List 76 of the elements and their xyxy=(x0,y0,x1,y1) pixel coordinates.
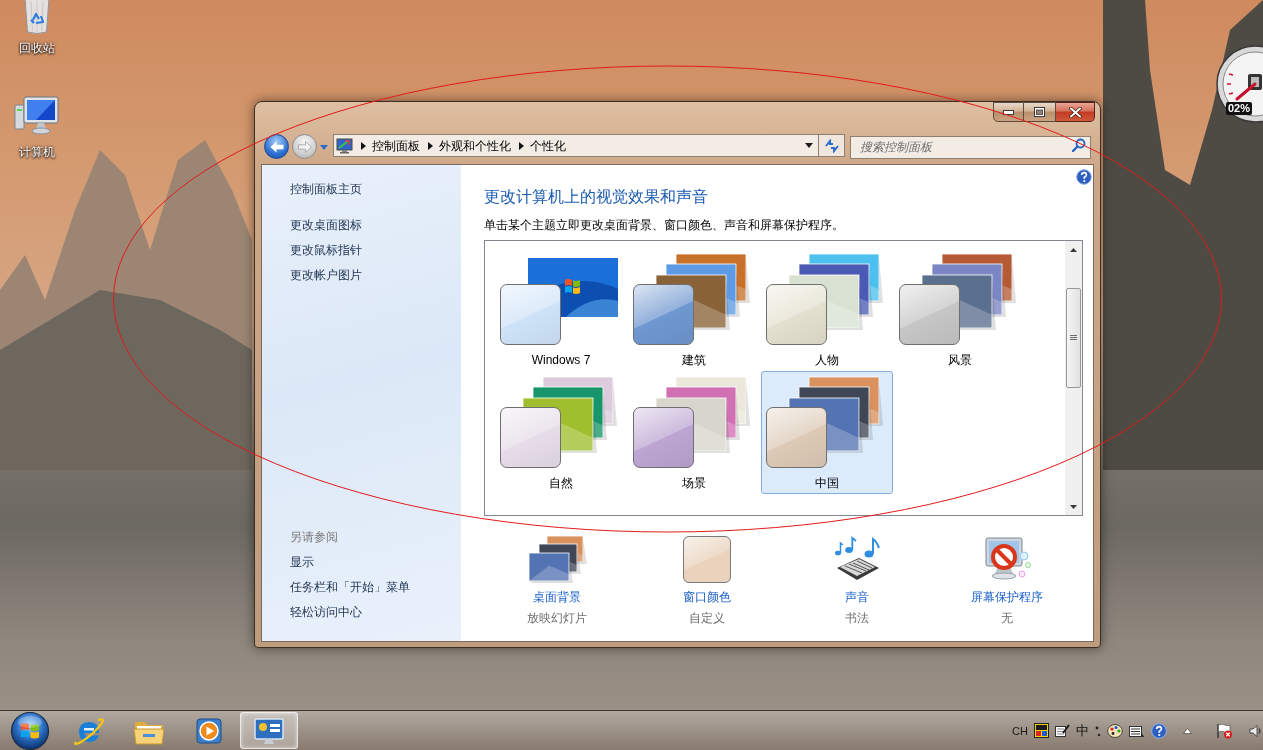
windows-orb-icon xyxy=(10,710,50,750)
flag-icon[interactable] xyxy=(1216,722,1233,739)
language-indicator[interactable]: CH xyxy=(1012,723,1028,738)
recent-pages-button[interactable] xyxy=(319,143,329,151)
address-field[interactable]: 控制面板 外观和个性化 个性化 xyxy=(333,134,819,157)
help-icon[interactable] xyxy=(1151,722,1167,739)
sidebar-link[interactable]: 任务栏和「开始」菜单 xyxy=(290,579,410,595)
scrollbar-thumb[interactable] xyxy=(1066,288,1081,388)
sidebar-link[interactable]: 更改帐户图片 xyxy=(290,267,362,283)
dropdown-arrow-icon[interactable] xyxy=(805,143,813,148)
theme-item[interactable]: 建筑 xyxy=(628,248,760,371)
up-arrow-icon xyxy=(1070,247,1077,252)
theme-item[interactable]: 风景 xyxy=(894,248,1026,371)
see-also-heading: 另请参阅 xyxy=(290,529,338,545)
handwriting-pad-icon[interactable] xyxy=(1055,723,1070,738)
help-icon[interactable] xyxy=(1076,169,1092,185)
setting-value: 无 xyxy=(1001,610,1013,626)
grip-icon xyxy=(1070,335,1077,341)
breadcrumb[interactable]: 外观和个性化 xyxy=(439,137,511,154)
search-field[interactable]: 搜索控制面板 xyxy=(850,135,1091,159)
right-arrow-icon xyxy=(297,140,312,153)
sidebar-link[interactable]: 更改桌面图标 xyxy=(290,217,362,233)
show-hidden-icon[interactable] xyxy=(1183,727,1192,734)
close-button[interactable] xyxy=(1056,102,1095,122)
chevron-icon[interactable] xyxy=(519,141,524,150)
search-icon[interactable] xyxy=(1072,138,1086,152)
setting-value: 放映幻灯片 xyxy=(527,610,587,626)
theme-item[interactable]: Windows 7 xyxy=(495,248,627,371)
computer-icon[interactable] xyxy=(14,95,60,137)
color-swatch-icon xyxy=(683,536,731,583)
left-arrow-icon xyxy=(269,140,284,153)
setting-link[interactable]: 屏幕保护程序 xyxy=(971,589,1043,605)
chevron-icon[interactable] xyxy=(361,141,366,150)
taskbar-button[interactable] xyxy=(240,712,298,749)
setting-link[interactable]: 窗口颜色 xyxy=(683,589,731,605)
monitor-no-sign-icon xyxy=(983,536,1031,583)
soft-keyboard-icon[interactable] xyxy=(1129,723,1145,738)
setting-value: 自定义 xyxy=(689,610,725,626)
ime-icon[interactable] xyxy=(1034,723,1049,738)
caret-icon xyxy=(320,144,328,150)
breadcrumb[interactable]: 控制面板 xyxy=(372,137,420,154)
close-icon xyxy=(1068,106,1082,118)
page-description: 单击某个主题立即更改桌面背景、窗口颜色、声音和屏幕保护程序。 xyxy=(484,217,844,233)
page-title: 更改计算机上的视觉效果和声音 xyxy=(484,187,708,207)
minimize-icon xyxy=(1003,109,1014,115)
theme-item[interactable]: 人物 xyxy=(761,248,893,371)
maximize-button[interactable] xyxy=(1024,102,1056,122)
maximize-icon xyxy=(1034,107,1045,117)
theme-item[interactable]: 自然 xyxy=(495,371,627,494)
music-notes-keyboard-icon xyxy=(833,536,881,583)
input-mode-indicator[interactable]: 中 xyxy=(1076,723,1089,738)
punctuation-icon[interactable] xyxy=(1095,724,1101,737)
sidebar-link[interactable]: 轻松访问中心 xyxy=(290,604,362,620)
down-arrow-icon xyxy=(1070,504,1077,509)
sidebar-link[interactable]: 显示 xyxy=(290,554,314,570)
back-button[interactable] xyxy=(264,134,289,159)
setting-link[interactable]: 声音 xyxy=(845,589,869,605)
setting-link[interactable]: 桌面背景 xyxy=(533,589,581,605)
monitor-icon xyxy=(336,137,353,154)
sidebar-link[interactable]: 更改鼠标指针 xyxy=(290,242,362,258)
chevron-icon[interactable] xyxy=(428,141,433,150)
speaker-icon[interactable] xyxy=(1249,723,1262,738)
media-player-icon xyxy=(194,715,224,746)
breadcrumb[interactable]: 个性化 xyxy=(530,137,566,154)
setting-value: 书法 xyxy=(845,610,869,626)
gauge-reading: 02% xyxy=(1226,102,1253,115)
palette-icon[interactable] xyxy=(1107,723,1123,738)
theme-item[interactable]: 场景 xyxy=(628,371,760,494)
refresh-arrows-icon xyxy=(823,138,840,153)
scrollbar-track[interactable] xyxy=(1065,241,1082,515)
photo-stack-icon xyxy=(528,535,587,583)
theme-item[interactable]: 中国 xyxy=(761,371,893,494)
sidebar-link[interactable]: 控制面板主页 xyxy=(290,181,362,197)
refresh-button[interactable] xyxy=(819,134,845,157)
minimize-button[interactable] xyxy=(993,102,1024,122)
control-panel-icon xyxy=(253,715,285,746)
